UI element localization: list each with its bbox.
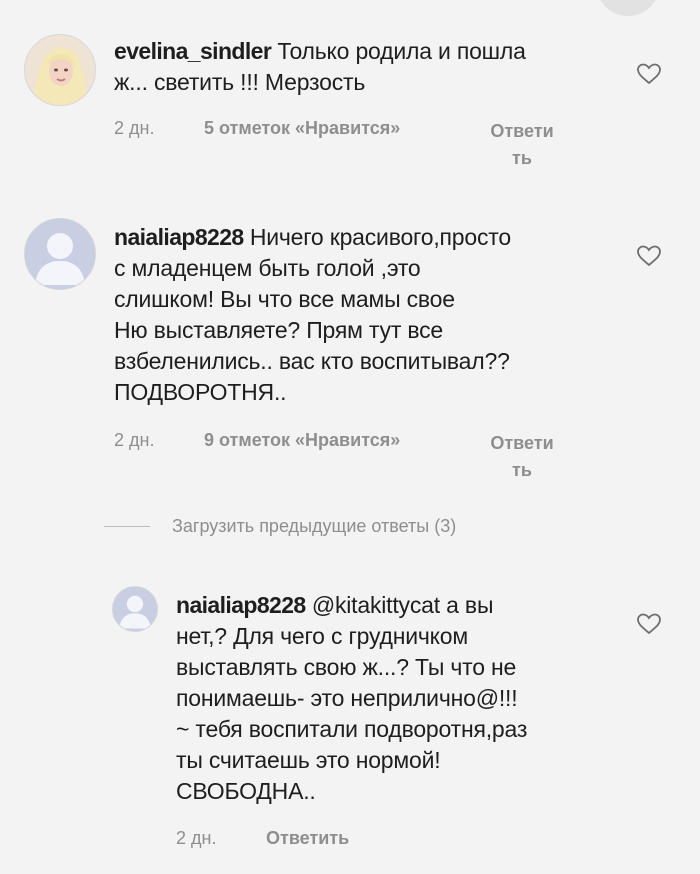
comment-time: 2 дн. [176, 828, 217, 848]
comment-text-line: взбеленились.. вас кто воспитывал?? [114, 348, 510, 374]
reply-label: ть [512, 148, 532, 168]
reply-label: Ответи [490, 433, 554, 453]
reply-button[interactable]: Ответить [266, 828, 349, 849]
comment-text-line: ж... светить !!! Мерзость [114, 69, 366, 95]
reply-label: ть [512, 460, 532, 480]
comment-text: evelina_sindler Только родила и пошла ж.… [114, 36, 526, 98]
comment-meta: 2 дн. Ответить [176, 828, 349, 849]
comment-text: naialiap8228 Ничего красивого,просто с м… [114, 222, 511, 408]
comment-time: 2 дн. [114, 118, 155, 138]
user-avatar[interactable] [112, 586, 158, 632]
heart-outline-icon[interactable] [636, 244, 662, 268]
comment-text-line: ты считаешь это нормой! [176, 747, 441, 773]
user-avatar[interactable] [24, 218, 96, 290]
comment-text-line: Ню выставляете? Прям тут все [114, 317, 444, 343]
comment-text-line: Только родила и пошла [271, 38, 526, 64]
reply-label: Ответи [490, 121, 554, 141]
comment-text-line: понимаешь- это неприлично@!!! [176, 685, 518, 711]
comment-meta: 2 дн. 9 отметок «Нравится» Ответи ть [114, 430, 570, 484]
comment-text-line: ~ тебя воспитали подворотня,раз [176, 716, 528, 742]
comment-time: 2 дн. [114, 430, 155, 450]
divider-line [104, 526, 150, 527]
comment-username[interactable]: naialiap8228 [114, 224, 244, 250]
likes-count[interactable]: 5 отметок «Нравится» [204, 118, 474, 139]
comment-text: naialiap8228 @kitakittycat а вы нет,? Дл… [176, 590, 527, 807]
comment-text-line: слишком! Вы что все мамы свое [114, 286, 455, 312]
comment-username[interactable]: evelina_sindler [114, 38, 272, 64]
user-avatar[interactable] [24, 34, 96, 106]
load-previous-replies-button[interactable]: Загрузить предыдущие ответы (3) [172, 516, 456, 537]
reply-button[interactable]: Ответи ть [474, 430, 570, 484]
partial-avatar [596, 0, 660, 16]
default-avatar-icon [113, 587, 157, 631]
comment-meta: 2 дн. 5 отметок «Нравится» Ответи ть [114, 118, 570, 172]
heart-outline-icon[interactable] [636, 62, 662, 86]
comment-text-line: с младенцем быть голой ,это [114, 255, 421, 281]
reply-button[interactable]: Ответи ть [474, 118, 570, 172]
comment-text-line: нет,? Для чего с грудничком [176, 623, 468, 649]
mention-link[interactable]: @kitakittycat [312, 592, 440, 618]
default-avatar-icon [25, 219, 95, 289]
comment-text-line: СВОБОДНА.. [176, 778, 316, 804]
profile-photo-icon [25, 35, 95, 105]
comment-text-line: ПОДВОРОТНЯ.. [114, 379, 287, 405]
comment-text-line: Ничего красивого,просто [243, 224, 511, 250]
load-previous-replies: Загрузить предыдущие ответы (3) [104, 516, 456, 537]
likes-count[interactable]: 9 отметок «Нравится» [204, 430, 474, 451]
heart-outline-icon[interactable] [636, 612, 662, 636]
comment-text-line: а вы [439, 592, 494, 618]
comment-text-line: выставлять свою ж...? Ты что не [176, 654, 517, 680]
comment-username[interactable]: naialiap8228 [176, 592, 306, 618]
